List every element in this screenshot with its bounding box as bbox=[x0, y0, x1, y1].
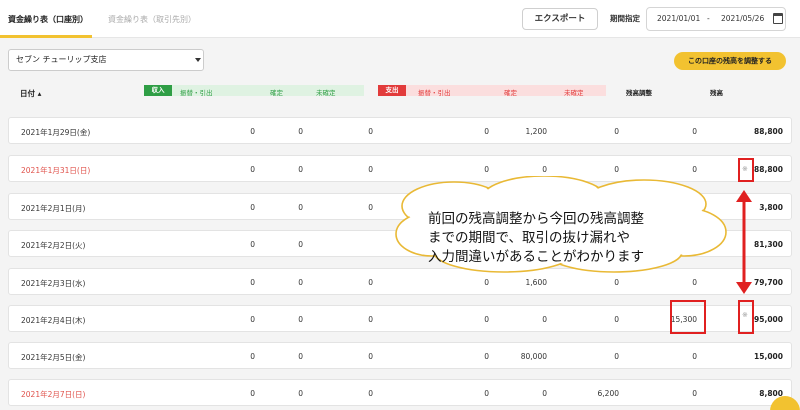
date-from[interactable]: 2021/01/01 bbox=[657, 14, 700, 23]
header-balance: 残高 bbox=[710, 89, 723, 97]
row-cell-c3: 0 bbox=[368, 315, 373, 324]
row-date: 2021年2月7日(日) bbox=[21, 390, 86, 399]
row-cell-c5: 80,000 bbox=[520, 352, 547, 361]
expense-badge: 支出 bbox=[378, 85, 406, 96]
row-balance: 95,000 bbox=[754, 315, 783, 324]
row-cell-c5: 0 bbox=[542, 165, 547, 174]
chevron-down-icon bbox=[195, 58, 201, 62]
table-row[interactable]: 2021年1月29日(金) 0 0 0 0 1,200 0 0 88,800 bbox=[8, 117, 792, 144]
header-expense-confirmed: 確定 bbox=[504, 89, 517, 97]
row-cell-c2: 0 bbox=[298, 315, 303, 324]
row-cell-c3: 0 bbox=[368, 127, 373, 136]
row-cell-c5: 0 bbox=[542, 389, 547, 398]
row-cell-c6: 0 bbox=[614, 352, 619, 361]
row-cell-c4: 0 bbox=[484, 389, 489, 398]
income-badge: 収入 bbox=[144, 85, 172, 96]
row-cell-c1: 0 bbox=[250, 389, 255, 398]
highlight-box-adjust bbox=[670, 300, 706, 334]
row-cell-c2: 0 bbox=[298, 203, 303, 212]
row-cell-c6: 0 bbox=[614, 315, 619, 324]
tab-account-cashflow[interactable]: 資金繰り表（口座別） bbox=[8, 14, 88, 25]
row-date: 2021年1月29日(金) bbox=[21, 128, 91, 137]
row-balance: 15,000 bbox=[754, 352, 783, 361]
row-cell-c1: 0 bbox=[250, 278, 255, 287]
adjust-balance-button[interactable]: この口座の残高を調整する bbox=[674, 52, 786, 70]
row-cell-c1: 0 bbox=[250, 315, 255, 324]
header-income-unconfirmed: 未確定 bbox=[316, 89, 336, 97]
row-cell-c1: 0 bbox=[250, 352, 255, 361]
row-cell-c1: 0 bbox=[250, 240, 255, 249]
row-date: 2021年2月1日(月) bbox=[21, 204, 86, 213]
row-cell-c4: 0 bbox=[484, 165, 489, 174]
annotation-line-3: 入力間違いがあることがわかります bbox=[428, 249, 644, 265]
row-cell-c7: 0 bbox=[692, 278, 697, 287]
annotation-line-2: までの期間で、取引の抜け漏れや bbox=[428, 230, 630, 246]
row-balance: 3,800 bbox=[759, 203, 783, 212]
row-cell-c3: 0 bbox=[368, 165, 373, 174]
row-balance: 88,800 bbox=[754, 165, 783, 174]
row-date: 2021年2月2日(火) bbox=[21, 241, 86, 250]
row-cell-c7: 0 bbox=[692, 352, 697, 361]
row-date: 2021年1月31日(日) bbox=[21, 166, 91, 175]
header-expense-transfer: 振替・引出 bbox=[418, 89, 451, 97]
row-cell-c2: 0 bbox=[298, 127, 303, 136]
note-mark-1: ※ bbox=[742, 165, 748, 173]
header-date[interactable]: 日付 ▴ bbox=[20, 88, 41, 99]
export-button[interactable]: エクスポート bbox=[522, 8, 598, 30]
row-cell-c5: 1,200 bbox=[525, 127, 547, 136]
table-header: 日付 ▴ 収入 振替・引出 確定 未確定 支出 振替・引出 確定 未確定 残高調… bbox=[8, 80, 792, 104]
top-bar: 資金繰り表（口座別） 資金繰り表（取引先別） エクスポート 期間指定 2021/… bbox=[0, 0, 800, 38]
row-balance: 81,300 bbox=[754, 240, 783, 249]
row-cell-c3: 0 bbox=[368, 203, 373, 212]
row-balance: 88,800 bbox=[754, 127, 783, 136]
row-cell-c1: 0 bbox=[250, 203, 255, 212]
date-to[interactable]: 2021/05/26 bbox=[721, 14, 764, 23]
row-cell-c6: 0 bbox=[614, 127, 619, 136]
annotation-line-1: 前回の残高調整から今回の残高調整 bbox=[428, 211, 644, 227]
row-cell-c6: 0 bbox=[614, 165, 619, 174]
store-select-value: セブン チューリップ支店 bbox=[16, 55, 107, 64]
row-cell-c7: 0 bbox=[692, 165, 697, 174]
row-cell-c3: 0 bbox=[368, 389, 373, 398]
store-select[interactable]: セブン チューリップ支店 bbox=[8, 49, 204, 71]
row-cell-c4: 0 bbox=[484, 278, 489, 287]
header-income-confirmed: 確定 bbox=[270, 89, 283, 97]
row-cell-c2: 0 bbox=[298, 165, 303, 174]
period-label: 期間指定 bbox=[610, 14, 640, 23]
row-date: 2021年2月3日(水) bbox=[21, 279, 86, 288]
row-cell-c5: 1,600 bbox=[525, 278, 547, 287]
row-cell-c7: 0 bbox=[692, 127, 697, 136]
row-cell-c2: 0 bbox=[298, 389, 303, 398]
table-row[interactable]: 2021年2月7日(日) 0 0 0 0 0 6,200 0 8,800 bbox=[8, 379, 792, 406]
note-mark-2: ※ bbox=[742, 311, 748, 319]
header-adjust: 残高調整 bbox=[626, 89, 652, 97]
row-cell-c6: 6,200 bbox=[597, 389, 619, 398]
row-cell-c4: 0 bbox=[484, 127, 489, 136]
active-tab-indicator bbox=[0, 35, 92, 38]
tab-partner-cashflow[interactable]: 資金繰り表（取引先別） bbox=[108, 14, 196, 25]
header-income-transfer: 振替・引出 bbox=[180, 89, 213, 97]
date-range-input[interactable]: 2021/01/01 - 2021/05/26 bbox=[646, 7, 786, 31]
calendar-icon[interactable] bbox=[773, 13, 783, 24]
row-cell-c6: 0 bbox=[614, 278, 619, 287]
row-cell-c4: 0 bbox=[484, 352, 489, 361]
row-cell-c3: 0 bbox=[368, 278, 373, 287]
row-cell-c4: 0 bbox=[484, 315, 489, 324]
row-cell-c2: 0 bbox=[298, 278, 303, 287]
row-cell-c7: 0 bbox=[692, 389, 697, 398]
row-date: 2021年2月4日(木) bbox=[21, 316, 86, 325]
row-cell-c1: 0 bbox=[250, 127, 255, 136]
row-cell-c2: 0 bbox=[298, 240, 303, 249]
row-cell-c3: 0 bbox=[368, 352, 373, 361]
date-separator: - bbox=[707, 14, 710, 23]
row-cell-c5: 0 bbox=[542, 315, 547, 324]
row-date: 2021年2月5日(金) bbox=[21, 353, 86, 362]
table-row[interactable]: 2021年2月5日(金) 0 0 0 0 80,000 0 0 15,000 bbox=[8, 342, 792, 369]
row-cell-c2: 0 bbox=[298, 352, 303, 361]
row-balance: 79,700 bbox=[754, 278, 783, 287]
header-expense-unconfirmed: 未確定 bbox=[564, 89, 584, 97]
double-arrow-icon bbox=[736, 190, 752, 294]
sort-asc-icon: ▴ bbox=[37, 89, 42, 98]
row-cell-c1: 0 bbox=[250, 165, 255, 174]
